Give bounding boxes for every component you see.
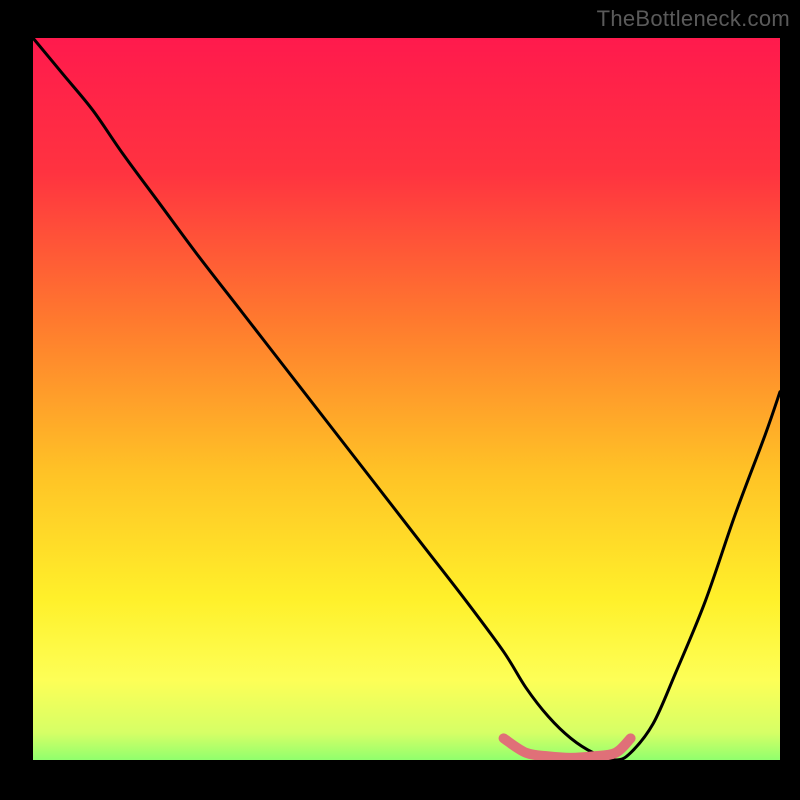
main-curve [33,38,780,760]
watermark-text: TheBottleneck.com [597,6,790,32]
curve-layer [33,38,780,760]
trough-markers [504,738,631,757]
plot-area [33,38,780,760]
